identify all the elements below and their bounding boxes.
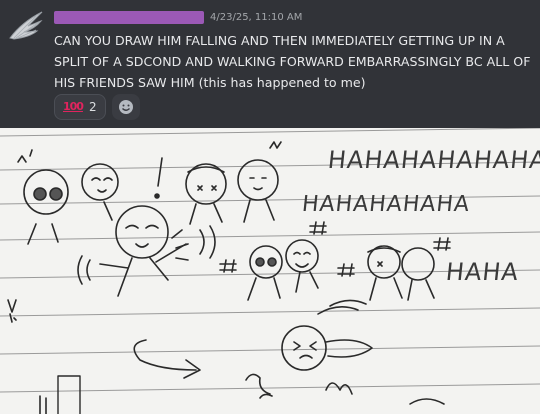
- attached-sketch-image[interactable]: HAHAHAHAHAHA HAHAHAHAHA HAHA: [0, 128, 540, 414]
- username-redacted-bar: [54, 11, 204, 24]
- wing-avatar-icon[interactable]: [6, 8, 44, 46]
- message-text: CAN YOU DRAW HIM FALLING AND THEN IMMEDI…: [54, 33, 531, 90]
- reaction-count: 2: [88, 100, 97, 114]
- laugh-text-medium: HAHAHAHAHA: [300, 192, 472, 217]
- add-reaction-button[interactable]: [111, 94, 140, 120]
- message-timestamp: 4/23/25, 11:10 AM: [210, 12, 303, 23]
- reaction-hundred[interactable]: 100 2: [54, 94, 106, 120]
- chat-message: 4/23/25, 11:10 AM CAN YOU DRAW HIM FALLI…: [0, 0, 540, 128]
- smiley-add-reaction-icon: [118, 100, 133, 114]
- hundred-points-emoji-icon: 100: [63, 100, 84, 113]
- reactions-bar: 100 2: [54, 94, 140, 120]
- laugh-text-small: HAHA: [444, 258, 521, 286]
- laugh-text-large: HAHAHAHAHAHA: [326, 146, 540, 174]
